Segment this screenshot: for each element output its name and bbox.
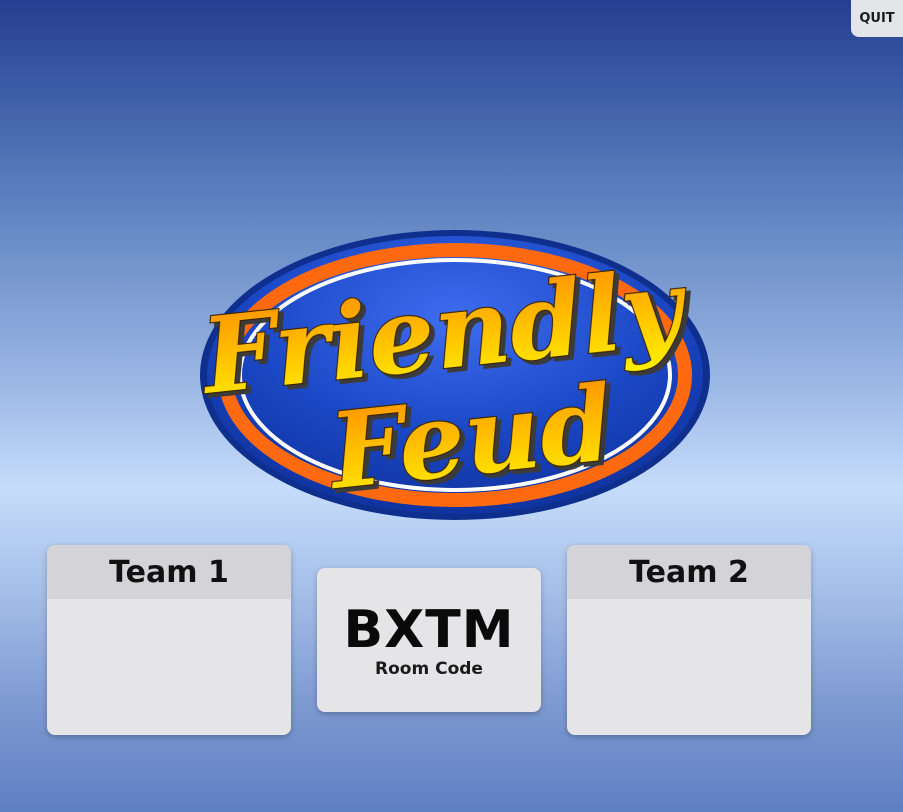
quit-button[interactable]: QUIT	[851, 0, 903, 37]
team-1-card[interactable]: Team 1	[47, 545, 291, 735]
friendly-feud-logo: Friendly Feud	[193, 230, 710, 520]
team-1-name: Team 1	[47, 545, 291, 599]
room-code-card: BXTM Room Code	[317, 568, 541, 712]
team-1-players-area	[47, 599, 291, 735]
room-code: BXTM	[343, 600, 515, 660]
room-code-label: Room Code	[375, 659, 483, 679]
team-2-card[interactable]: Team 2	[567, 545, 811, 735]
team-2-players-area	[567, 599, 811, 735]
team-2-name: Team 2	[567, 545, 811, 599]
